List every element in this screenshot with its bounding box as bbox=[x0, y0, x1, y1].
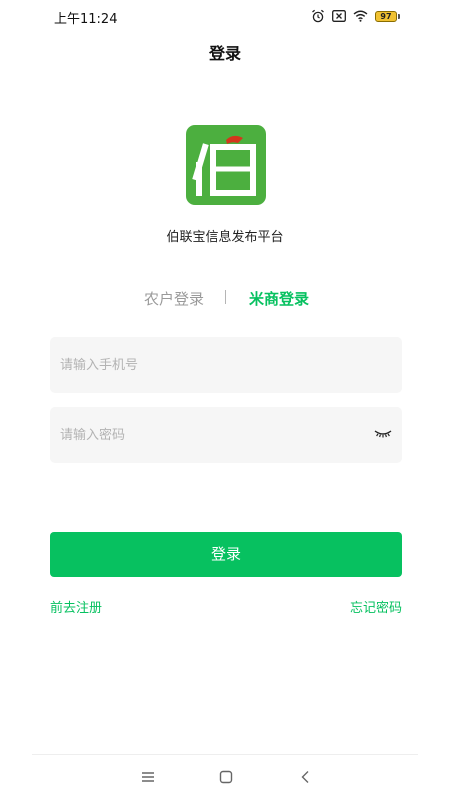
login-type-tabs: 农户登录 米商登录 bbox=[0, 288, 450, 308]
login-button[interactable]: 登录 bbox=[50, 532, 402, 577]
system-nav-bar bbox=[0, 766, 450, 788]
register-link[interactable]: 前去注册 bbox=[50, 597, 102, 616]
phone-field bbox=[50, 337, 402, 393]
app-logo bbox=[186, 125, 266, 205]
tab-farmer-login[interactable]: 农户登录 bbox=[144, 288, 204, 309]
battery-level: 97 bbox=[375, 10, 397, 22]
home-icon[interactable] bbox=[217, 768, 235, 786]
status-icons: 97 bbox=[311, 8, 400, 24]
tab-divider bbox=[225, 290, 226, 304]
status-bar: 上午11:24 97 bbox=[0, 0, 450, 32]
phone-input[interactable] bbox=[60, 337, 360, 393]
wifi-icon bbox=[353, 10, 368, 22]
battery-icon: 97 bbox=[375, 10, 400, 22]
page-title: 登录 bbox=[208, 44, 241, 63]
app-name: 伯联宝信息发布平台 bbox=[166, 230, 284, 245]
forgot-password-link[interactable]: 忘记密码 bbox=[350, 597, 402, 616]
menu-icon[interactable] bbox=[139, 768, 157, 786]
nav-divider bbox=[32, 754, 418, 755]
back-icon[interactable] bbox=[297, 768, 315, 786]
alarm-icon bbox=[312, 9, 324, 23]
password-field bbox=[50, 407, 402, 463]
tab-merchant-login[interactable]: 米商登录 bbox=[249, 288, 309, 309]
password-input[interactable] bbox=[60, 407, 360, 463]
status-time: 上午11:24 bbox=[54, 12, 118, 27]
notification-x-icon bbox=[332, 10, 346, 22]
eye-closed-icon[interactable] bbox=[374, 427, 392, 441]
